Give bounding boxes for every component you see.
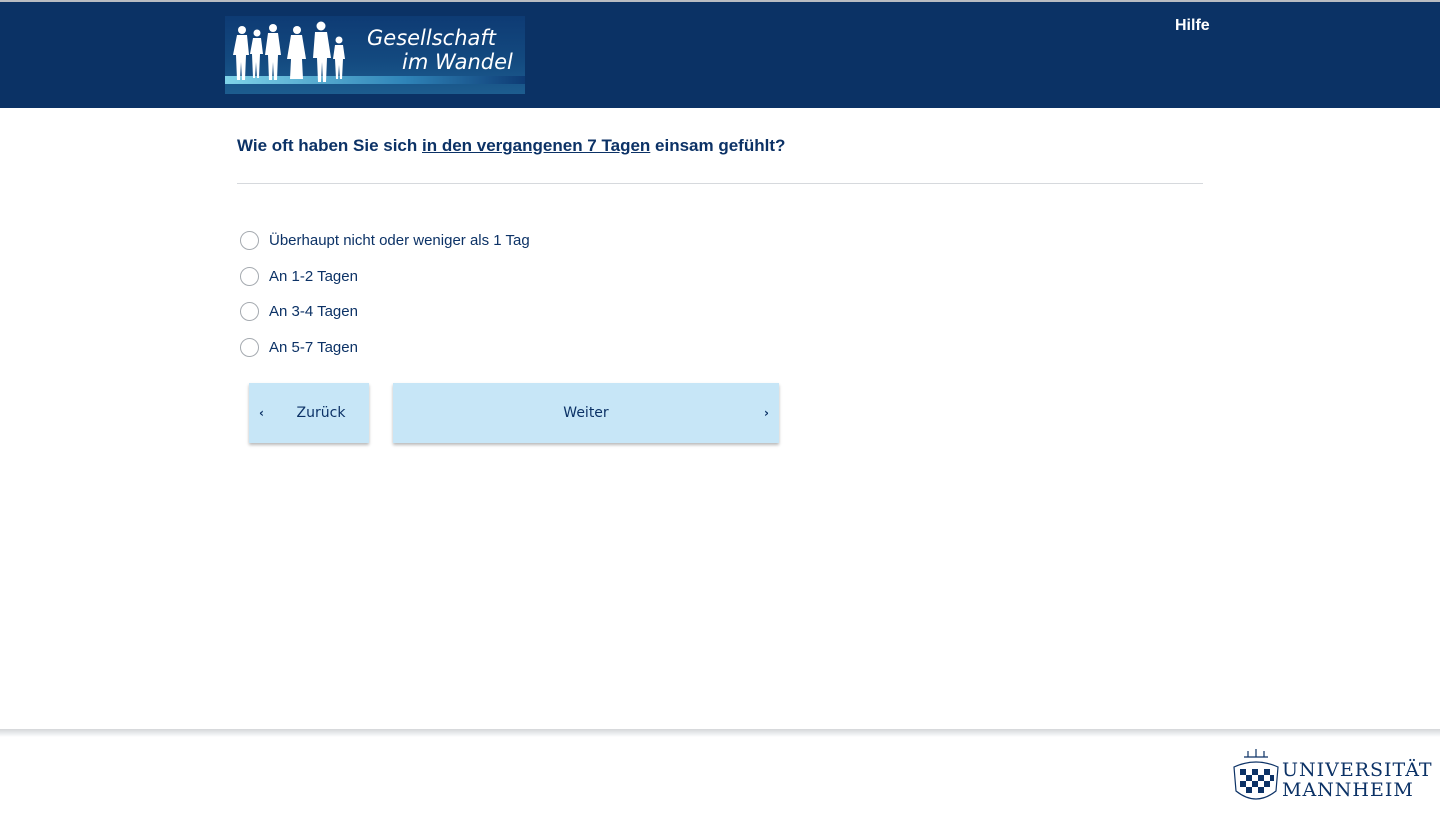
answer-options: Überhaupt nicht oder weniger als 1 Tag A… [240, 223, 530, 365]
radio-button[interactable] [240, 302, 259, 322]
answer-option[interactable]: An 3-4 Tagen [240, 294, 530, 330]
university-name-line-2: MANNHEIM [1282, 779, 1414, 801]
answer-option[interactable]: An 1-2 Tagen [240, 259, 530, 295]
answer-option-label: An 1-2 Tagen [269, 267, 358, 285]
question-suffix: einsam gefühlt? [650, 136, 786, 155]
back-button-label: Zurück [296, 405, 346, 421]
radio-button[interactable] [240, 231, 259, 251]
radio-button[interactable] [240, 266, 259, 286]
gesellschaft-im-wandel-logo: Gesellschaft im Wandel [225, 16, 525, 94]
footer-divider [0, 729, 1440, 737]
answer-option-label: An 3-4 Tagen [269, 303, 358, 321]
radio-button[interactable] [240, 337, 259, 357]
question-prefix: Wie oft haben Sie sich [237, 136, 422, 155]
question-emphasis: in den vergangenen 7 Tagen [422, 136, 651, 155]
site-header: Gesellschaft im Wandel Hilfe [0, 2, 1440, 108]
answer-option-label: Überhaupt nicht oder weniger als 1 Tag [269, 232, 530, 250]
answer-option[interactable]: Überhaupt nicht oder weniger als 1 Tag [240, 223, 530, 259]
help-link[interactable]: Hilfe [1175, 17, 1210, 35]
next-button-label: Weiter [563, 405, 609, 421]
answer-option-label: An 5-7 Tagen [269, 338, 358, 356]
back-button[interactable]: ‹ Zurück [249, 383, 369, 443]
chevron-left-icon: ‹ [259, 406, 264, 420]
university-name-line-1: UNIVERSITÄT [1282, 759, 1433, 781]
chevron-right-icon: › [764, 406, 769, 420]
site-footer [0, 737, 1440, 816]
logo-title: Gesellschaft im Wandel [367, 26, 513, 74]
university-name: UNIVERSITÄT MANNHEIM [1282, 760, 1433, 800]
next-button[interactable]: Weiter › [393, 383, 779, 443]
question-divider [237, 183, 1203, 184]
logo-line-1: Gesellschaft [367, 26, 497, 50]
answer-option[interactable]: An 5-7 Tagen [240, 330, 530, 366]
logo-line-2: im Wandel [402, 50, 513, 74]
question-text: Wie oft haben Sie sich in den vergangene… [237, 136, 785, 156]
